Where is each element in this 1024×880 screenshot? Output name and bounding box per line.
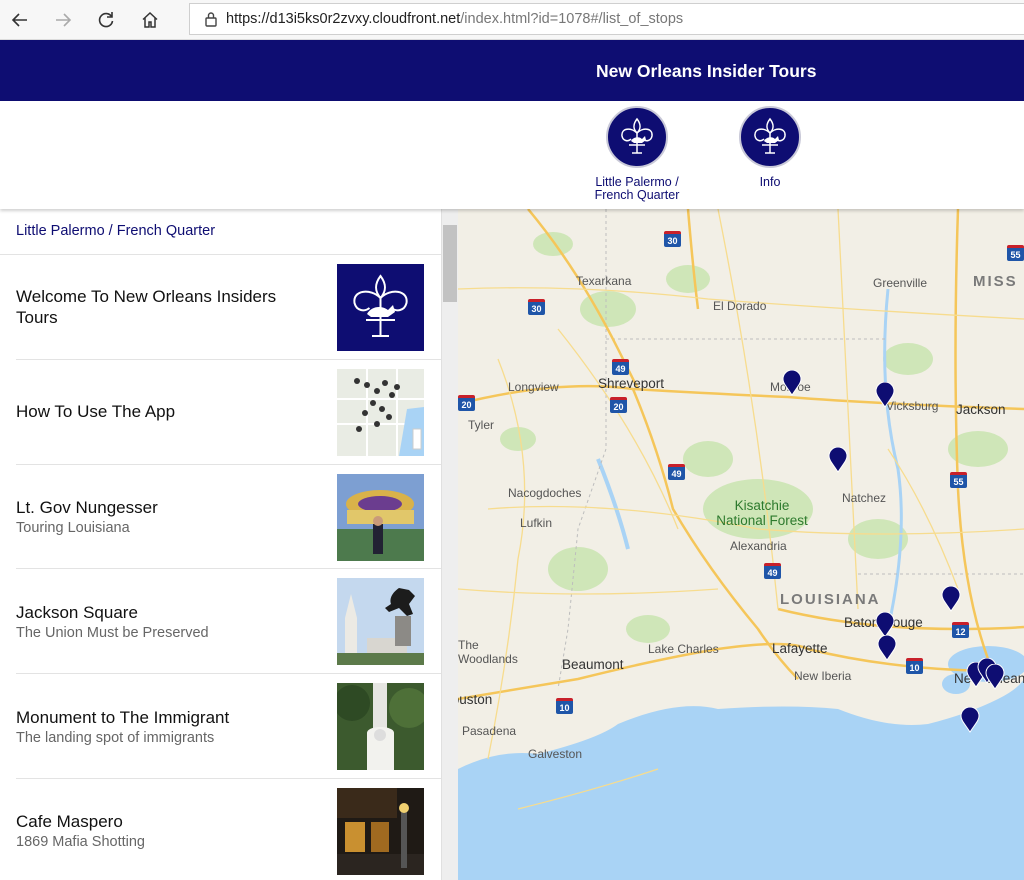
city-label: Texarkana xyxy=(576,274,632,288)
back-button[interactable] xyxy=(6,6,34,34)
list-item[interactable]: How To Use The App xyxy=(16,360,441,465)
tab-info[interactable]: Info xyxy=(715,106,825,189)
interstate-shield: 30 xyxy=(664,231,681,247)
city-label: Jackson xyxy=(956,402,1006,417)
forward-arrow-icon xyxy=(56,13,72,27)
list-item[interactable]: Lt. Gov Nungesser Touring Louisiana xyxy=(16,465,441,570)
list-item[interactable]: Monument to The Immigrant The landing sp… xyxy=(16,674,441,779)
scrollbar-thumb[interactable] xyxy=(443,225,457,302)
list-item[interactable]: Welcome To New Orleans Insiders Tours xyxy=(16,255,441,360)
refresh-icon xyxy=(98,12,114,28)
stop-title: Monument to The Immigrant xyxy=(16,707,230,727)
back-arrow-icon xyxy=(11,13,27,27)
stop-title: Cafe Maspero xyxy=(16,812,123,832)
stop-title: Welcome To New Orleans Insiders Tours xyxy=(16,287,277,327)
interstate-shield: 30 xyxy=(528,299,545,315)
city-label: Galveston xyxy=(528,747,583,761)
stop-marker-icon[interactable] xyxy=(941,586,961,612)
fleur-de-lis-logo-icon xyxy=(353,274,408,337)
interstate-shield: 12 xyxy=(952,622,969,638)
state-label: LOUISIANA xyxy=(780,591,881,608)
tab-label: Info xyxy=(759,175,781,189)
stop-subtitle: The Union Must be Preserved xyxy=(16,624,209,641)
list-scrollbar[interactable] xyxy=(441,209,458,880)
stop-thumbnail xyxy=(337,683,424,771)
interstate-shield: 55 xyxy=(950,472,967,488)
tour-tabs: Little Palermo / French Quarter Info xyxy=(0,101,1024,209)
stop-marker-icon[interactable] xyxy=(985,664,1005,690)
list-heading: Little Palermo / French Quarter xyxy=(0,209,441,255)
city-label: Alexandria xyxy=(730,539,787,553)
fleur-de-lis-logo-icon xyxy=(739,106,801,168)
city-label: New Iberia xyxy=(794,669,852,683)
stop-marker-icon[interactable] xyxy=(875,382,895,408)
browser-toolbar: https://d13i5ks0r2zvxy.cloudfront.net/in… xyxy=(0,0,1024,40)
stop-subtitle: 1869 Mafia Shotting xyxy=(16,834,145,851)
city-label: El Dorado xyxy=(713,299,767,313)
interstate-shield: 20 xyxy=(610,397,627,413)
city-label: Lafayette xyxy=(772,641,828,656)
city-label: Nacogdoches xyxy=(508,486,582,500)
interstate-shield: 10 xyxy=(556,698,573,714)
stop-title: Lt. Gov Nungesser xyxy=(16,498,158,518)
stop-marker-icon[interactable] xyxy=(782,370,802,396)
city-label: Greenville xyxy=(873,276,928,290)
stop-subtitle: Touring Louisiana xyxy=(16,520,130,537)
city-label: Longview xyxy=(508,380,559,394)
stop-title: Jackson Square xyxy=(16,602,138,622)
url-path: /index.html?id=1078#/list_of_stops xyxy=(460,11,684,27)
city-label: Lake Charles xyxy=(648,642,719,656)
stop-title: How To Use The App xyxy=(16,402,176,422)
interstate-shield: 10 xyxy=(906,658,923,674)
city-label: Tyler xyxy=(468,418,495,432)
city-label: The Woodlands xyxy=(458,638,518,666)
home-button[interactable] xyxy=(136,6,164,34)
city-label: Beaumont xyxy=(562,657,624,672)
stop-thumbnail xyxy=(337,787,424,875)
app-title: New Orleans Insider Tours xyxy=(596,61,817,81)
city-label: Natchez xyxy=(842,491,887,505)
stop-thumbnail xyxy=(337,578,424,666)
refresh-button[interactable] xyxy=(92,6,120,34)
forest-label: Kisatchie National Forest xyxy=(716,498,808,528)
stop-marker-icon[interactable] xyxy=(828,447,848,473)
list-item[interactable]: Jackson Square The Union Must be Preserv… xyxy=(16,569,441,675)
fleur-de-lis-logo-icon xyxy=(606,106,668,168)
url-host: https://d13i5ks0r2zvxy.cloudfront.net xyxy=(226,11,461,27)
app-header: New Orleans Insider Tours xyxy=(0,40,1024,101)
interstate-shield: 20 xyxy=(458,395,475,411)
tab-label: Little Palermo / French Quarter xyxy=(594,175,680,202)
interstate-shield: 49 xyxy=(668,464,685,480)
stops-list: Little Palermo / French Quarter Welcome … xyxy=(0,209,441,880)
map[interactable]: 30 30 49 20 20 49 49 55 55 12 10 10 Texa… xyxy=(458,209,1024,880)
stop-subtitle: The landing spot of immigrants xyxy=(16,729,215,746)
stop-marker-icon[interactable] xyxy=(877,635,897,661)
stop-thumbnail xyxy=(337,473,424,561)
interstate-shield: 55 xyxy=(1007,245,1024,261)
city-label: Shreveport xyxy=(598,376,665,391)
address-bar[interactable]: https://d13i5ks0r2zvxy.cloudfront.net/in… xyxy=(189,3,1024,35)
tab-little-palermo[interactable]: Little Palermo / French Quarter xyxy=(582,106,692,202)
home-icon xyxy=(142,11,158,28)
city-label: Lufkin xyxy=(520,516,553,530)
stop-marker-icon[interactable] xyxy=(960,707,980,733)
stop-thumbnail xyxy=(337,368,424,456)
city-label: Pasadena xyxy=(462,724,517,738)
list-item[interactable]: Cafe Maspero 1869 Mafia Shotting xyxy=(16,779,441,880)
lock-icon xyxy=(196,11,226,27)
state-label: MISS xyxy=(973,273,1018,290)
interstate-shield: 49 xyxy=(764,563,781,579)
city-label: Houston xyxy=(458,692,493,707)
stop-thumbnail xyxy=(337,264,424,351)
forward-button[interactable] xyxy=(49,6,77,34)
interstate-shield: 49 xyxy=(612,359,629,375)
